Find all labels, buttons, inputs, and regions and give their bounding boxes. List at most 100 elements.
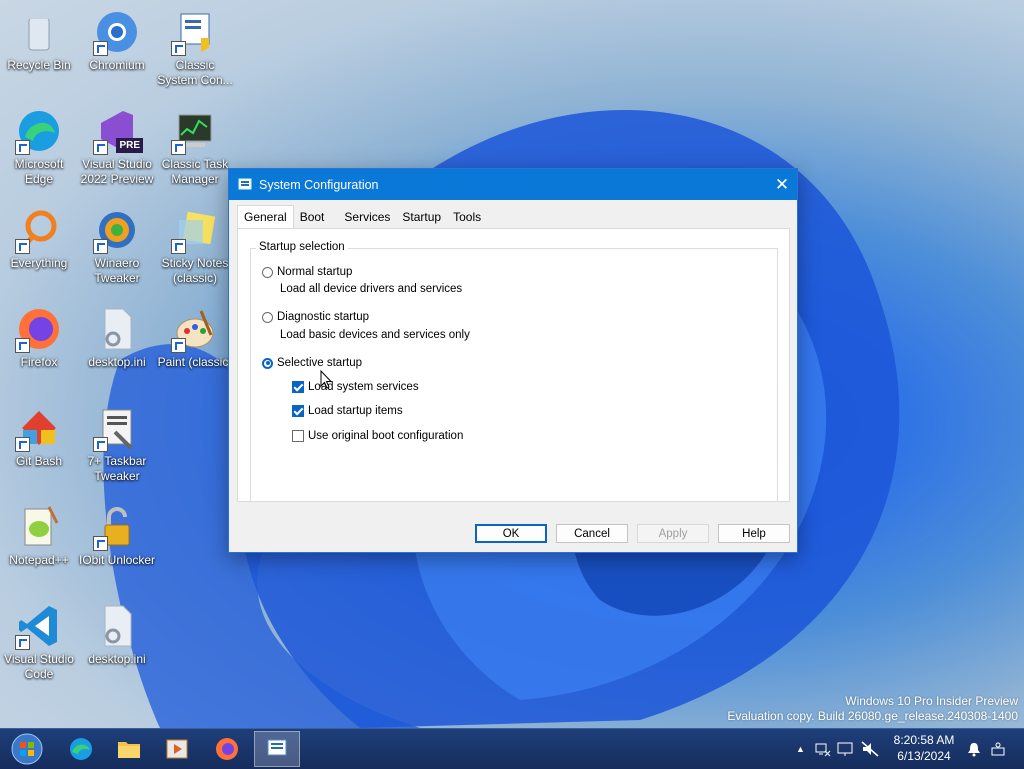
show-hidden-icons-button[interactable]: ▲: [796, 744, 805, 754]
dialog-titlebar[interactable]: System Configuration ✕: [229, 169, 797, 200]
load-startup-items-option[interactable]: Load startup items: [292, 405, 403, 417]
tab-services[interactable]: Services: [338, 207, 396, 228]
tab-general[interactable]: General: [237, 205, 294, 230]
taskbar-file-explorer[interactable]: [106, 731, 152, 767]
desktop-icon-taskbar-tweaker[interactable]: 7+ Taskbar Tweaker: [78, 400, 156, 484]
desktop-icon-visual-studio[interactable]: PRE Visual Studio 2022 Preview: [78, 103, 156, 187]
normal-startup-radio[interactable]: [262, 266, 273, 278]
shortcut-arrow-icon: [93, 239, 108, 254]
ok-button[interactable]: OK: [475, 524, 547, 543]
tab-boot[interactable]: Boot: [294, 207, 331, 228]
desktop-icon-everything[interactable]: Everything: [0, 202, 78, 271]
load-system-services-checkbox[interactable]: [292, 381, 304, 393]
shortcut-arrow-icon: [15, 635, 30, 650]
sticky-notes-icon: [171, 206, 219, 254]
preview-badge: PRE: [116, 138, 143, 153]
desktop-icon-chromium[interactable]: Chromium: [78, 4, 156, 73]
normal-startup-option[interactable]: Normal startup: [262, 266, 352, 278]
selective-startup-label: Selective startup: [277, 357, 363, 369]
clock-date: 6/13/2024: [897, 749, 951, 763]
use-original-boot-checkbox[interactable]: [292, 430, 304, 442]
help-button[interactable]: Help: [718, 524, 790, 543]
firefox-icon: [216, 738, 238, 760]
shortcut-arrow-icon: [93, 41, 108, 56]
shortcut-arrow-icon: [171, 338, 186, 353]
edge-icon: [70, 738, 92, 760]
diagnostic-startup-radio[interactable]: [262, 311, 273, 323]
recycle-bin-icon: [15, 8, 63, 56]
desktop-icon-iobit-unlocker[interactable]: IObit Unlocker: [78, 499, 156, 568]
normal-startup-label: Normal startup: [277, 266, 353, 278]
media-player-icon: [166, 739, 188, 759]
display-icon[interactable]: [837, 741, 855, 757]
folder-icon: [118, 742, 140, 758]
notepad-plus-plus-icon: [15, 503, 63, 551]
watermark-line2: Evaluation copy. Build 26080.ge_release.…: [727, 709, 1018, 723]
volume-muted-icon[interactable]: [861, 741, 879, 757]
shortcut-arrow-icon: [171, 41, 186, 56]
mouse-cursor-icon: [320, 370, 333, 389]
notifications-icon[interactable]: [966, 741, 982, 757]
desktop-icon-desktop-ini-2[interactable]: desktop.ini: [78, 598, 156, 667]
taskbar-edge[interactable]: [58, 731, 104, 767]
load-startup-items-checkbox[interactable]: [292, 405, 304, 417]
desktop-icon-sticky-notes[interactable]: Sticky Notes (classic): [156, 202, 234, 286]
system-config-icon: [171, 8, 219, 56]
shortcut-arrow-icon: [15, 140, 30, 155]
desktop-icon-edge[interactable]: Microsoft Edge: [0, 103, 78, 187]
settings-file-icon: [93, 305, 141, 353]
desktop-icon-vscode[interactable]: Visual Studio Code: [0, 598, 78, 682]
paint-icon: [171, 305, 219, 353]
close-button[interactable]: ✕: [767, 169, 797, 200]
edge-icon: [15, 107, 63, 155]
taskbar: ▲ 8:20:58 AM 6/13/2024: [0, 728, 1024, 769]
unlock-icon: [93, 503, 141, 551]
task-manager-icon: [171, 107, 219, 155]
diagnostic-startup-label: Diagnostic startup: [277, 311, 370, 323]
diagnostic-startup-desc: Load basic devices and services only: [280, 329, 470, 341]
tab-strip: General Boot Services Startup Tools: [237, 205, 487, 230]
selective-startup-option[interactable]: Selective startup: [262, 357, 362, 369]
dialog-title: System Configuration: [259, 177, 379, 192]
use-original-boot-option[interactable]: Use original boot configuration: [292, 430, 463, 442]
tray-right: [966, 729, 1006, 769]
taskbar-clock[interactable]: 8:20:58 AM 6/13/2024: [886, 732, 962, 764]
tab-tools[interactable]: Tools: [447, 207, 487, 228]
msconfig-icon: [267, 739, 287, 756]
chromium-icon: [93, 8, 141, 56]
shortcut-arrow-icon: [15, 437, 30, 452]
network-icon[interactable]: [815, 741, 831, 757]
taskbar-media-player[interactable]: [154, 731, 200, 767]
general-tab-panel: Startup selection Normal startup Load al…: [237, 228, 790, 502]
use-original-boot-label: Use original boot configuration: [308, 430, 464, 442]
desktop-icon-classic-system-config[interactable]: Classic System Con...: [156, 4, 234, 88]
desktop-icon-winaero-tweaker[interactable]: Winaero Tweaker: [78, 202, 156, 286]
clock-time: 8:20:58 AM: [893, 733, 955, 747]
shortcut-arrow-icon: [93, 536, 108, 551]
shortcut-arrow-icon: [15, 338, 30, 353]
git-bash-icon: [15, 404, 63, 452]
settings-file-icon: [93, 602, 141, 650]
watermark-line1: Windows 10 Pro Insider Preview: [845, 694, 1018, 708]
system-configuration-dialog: System Configuration ✕ General Boot Serv…: [228, 168, 798, 553]
diagnostic-startup-option[interactable]: Diagnostic startup: [262, 311, 369, 323]
desktop-icon-notepad-plus-plus[interactable]: Notepad++: [0, 499, 78, 568]
winaero-tweaker-icon: [93, 206, 141, 254]
start-button[interactable]: [4, 731, 50, 767]
load-system-services-option[interactable]: Load system services: [292, 381, 419, 393]
taskbar-tweaker-icon: [93, 404, 141, 452]
accessibility-icon[interactable]: [990, 741, 1006, 757]
shortcut-arrow-icon: [15, 239, 30, 254]
desktop-icon-paint[interactable]: Paint (classic): [156, 301, 234, 370]
desktop-icon-git-bash[interactable]: Git Bash: [0, 400, 78, 469]
desktop-icon-desktop-ini-1[interactable]: desktop.ini: [78, 301, 156, 370]
tab-startup[interactable]: Startup: [396, 207, 447, 228]
desktop-icon-firefox[interactable]: Firefox: [0, 301, 78, 370]
cancel-button[interactable]: Cancel: [556, 524, 628, 543]
desktop-icon-recycle-bin[interactable]: Recycle Bin: [0, 4, 78, 73]
taskbar-firefox[interactable]: [204, 731, 250, 767]
selective-startup-radio[interactable]: [262, 357, 273, 369]
desktop-icon-classic-task-manager[interactable]: Classic Task Manager: [156, 103, 234, 187]
taskbar-system-configuration[interactable]: [254, 731, 300, 767]
apply-button[interactable]: Apply: [637, 524, 709, 543]
